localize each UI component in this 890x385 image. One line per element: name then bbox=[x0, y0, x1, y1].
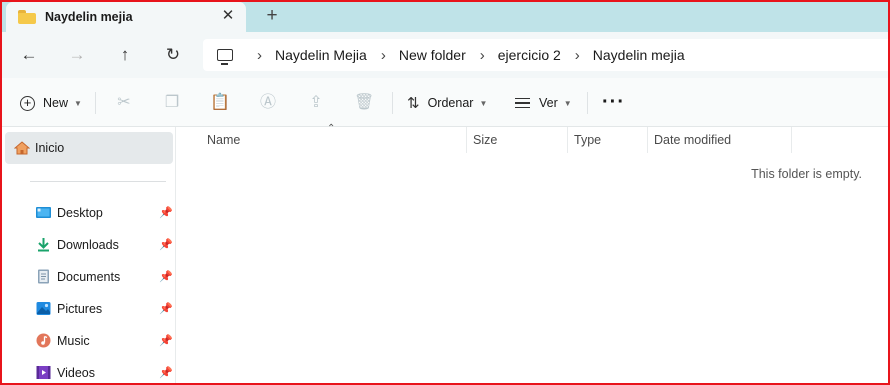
home-icon bbox=[14, 141, 30, 155]
sidebar-item-pictures[interactable]: Pictures 📌 bbox=[0, 294, 176, 324]
view-button[interactable]: Ver ▼ bbox=[515, 92, 572, 114]
title-tab-bar: Naydelin mejia ✕ + bbox=[0, 0, 890, 32]
sidebar-item-label: Pictures bbox=[57, 302, 103, 316]
breadcrumb-item[interactable]: Naydelin Mejia bbox=[275, 47, 367, 63]
rename-icon[interactable]: Ⓐ bbox=[258, 93, 278, 113]
toolbar-divider bbox=[95, 92, 96, 114]
navigation-bar: ← → ↑ ↻ › Naydelin Mejia › New folder › … bbox=[0, 32, 890, 78]
chevron-right-icon[interactable]: › bbox=[381, 48, 386, 63]
sidebar-item-inicio[interactable]: Inicio bbox=[5, 132, 173, 164]
column-header-label: Type bbox=[574, 133, 602, 147]
sidebar-item-label: Desktop bbox=[57, 206, 103, 220]
downloads-icon bbox=[38, 238, 49, 252]
column-header-size[interactable]: Size bbox=[465, 127, 565, 153]
active-tab[interactable]: Naydelin mejia ✕ bbox=[6, 2, 246, 32]
command-bar: + New ▼ ✂ ❐ 📋 Ⓐ ⇪ 🗑 ⇅ Ordenar ▼ Ver ▼ bbox=[0, 78, 890, 127]
new-tab-button[interactable]: + bbox=[262, 6, 282, 26]
sort-button[interactable]: ⇅ Ordenar ▼ bbox=[407, 92, 487, 114]
sidebar-divider bbox=[30, 181, 166, 182]
chevron-down-icon: ▼ bbox=[479, 98, 488, 108]
sidebar-item-desktop[interactable]: Desktop 📌 bbox=[0, 198, 176, 228]
sidebar-item-label: Downloads bbox=[57, 238, 119, 252]
chevron-right-icon[interactable]: › bbox=[480, 48, 485, 63]
file-list-pane[interactable]: ⌃ Name Size Type Date modified This fold… bbox=[177, 123, 890, 385]
up-button[interactable]: ↑ bbox=[114, 44, 136, 66]
sidebar-item-label: Music bbox=[57, 334, 90, 348]
breadcrumb-item[interactable]: New folder bbox=[399, 47, 466, 63]
sidebar-item-label: Documents bbox=[57, 270, 121, 284]
delete-icon[interactable]: 🗑 bbox=[354, 93, 374, 113]
paste-icon[interactable]: 📋 bbox=[210, 93, 230, 113]
pin-icon[interactable]: 📌 bbox=[159, 366, 173, 380]
folder-icon bbox=[18, 10, 36, 24]
sidebar-item-label: Inicio bbox=[35, 141, 65, 155]
chevron-down-icon: ▼ bbox=[74, 98, 82, 108]
music-icon bbox=[36, 333, 51, 348]
chevron-right-icon[interactable]: › bbox=[257, 48, 262, 63]
toolbar-divider bbox=[392, 92, 393, 114]
sort-icon: ⇅ bbox=[407, 95, 420, 112]
chevron-right-icon[interactable]: › bbox=[575, 48, 580, 63]
view-label: Ver bbox=[539, 96, 558, 110]
breadcrumb-item[interactable]: Naydelin mejia bbox=[593, 47, 685, 63]
share-icon[interactable]: ⇪ bbox=[306, 93, 326, 113]
pin-icon[interactable]: 📌 bbox=[159, 302, 173, 316]
empty-folder-message: This folder is empty. bbox=[751, 167, 862, 181]
tab-title: Naydelin mejia bbox=[45, 10, 133, 24]
address-bar[interactable]: › Naydelin Mejia › New folder › ejercici… bbox=[203, 39, 890, 71]
more-options-icon[interactable]: ··· bbox=[602, 92, 625, 112]
documents-icon bbox=[38, 269, 49, 284]
videos-icon bbox=[36, 366, 51, 379]
breadcrumb-item[interactable]: ejercicio 2 bbox=[498, 47, 561, 63]
column-header-label: Date modified bbox=[654, 133, 732, 147]
column-divider[interactable] bbox=[791, 127, 792, 153]
column-header-type[interactable]: Type bbox=[566, 127, 646, 153]
sort-label: Ordenar bbox=[427, 96, 474, 110]
sidebar-item-documents[interactable]: Documents 📌 bbox=[0, 262, 176, 292]
new-label: New bbox=[43, 96, 69, 110]
sidebar-item-music[interactable]: Music 📌 bbox=[0, 326, 176, 356]
pin-icon[interactable]: 📌 bbox=[159, 238, 173, 252]
view-list-icon bbox=[515, 97, 530, 109]
new-button[interactable]: + New ▼ bbox=[20, 92, 82, 114]
forward-button[interactable]: → bbox=[66, 44, 88, 66]
desktop-icon bbox=[36, 207, 51, 218]
column-header-label: Name bbox=[207, 133, 241, 147]
column-header-date-modified[interactable]: Date modified bbox=[646, 127, 791, 153]
copy-icon[interactable]: ❐ bbox=[162, 93, 182, 113]
column-header-label: Size bbox=[473, 133, 498, 147]
pin-icon[interactable]: 📌 bbox=[159, 206, 173, 220]
pin-icon[interactable]: 📌 bbox=[159, 334, 173, 348]
column-header-name[interactable]: Name bbox=[199, 127, 467, 153]
cut-icon[interactable]: ✂ bbox=[114, 93, 134, 113]
add-circle-icon: + bbox=[20, 95, 35, 111]
this-pc-icon[interactable] bbox=[217, 49, 233, 65]
close-tab-icon[interactable]: ✕ bbox=[220, 8, 236, 24]
toolbar-divider bbox=[587, 92, 588, 114]
pictures-icon bbox=[36, 302, 51, 315]
refresh-button[interactable]: ↻ bbox=[162, 44, 184, 66]
sidebar-item-label: Videos bbox=[57, 366, 95, 380]
sidebar-item-downloads[interactable]: Downloads 📌 bbox=[0, 230, 176, 260]
pin-icon[interactable]: 📌 bbox=[159, 270, 173, 284]
back-button[interactable]: ← bbox=[18, 44, 40, 66]
navigation-pane: Inicio Desktop 📌 Downloads 📌 Documents 📌 bbox=[0, 127, 176, 385]
sidebar-item-videos[interactable]: Videos 📌 bbox=[0, 358, 176, 385]
chevron-down-icon: ▼ bbox=[563, 98, 572, 108]
